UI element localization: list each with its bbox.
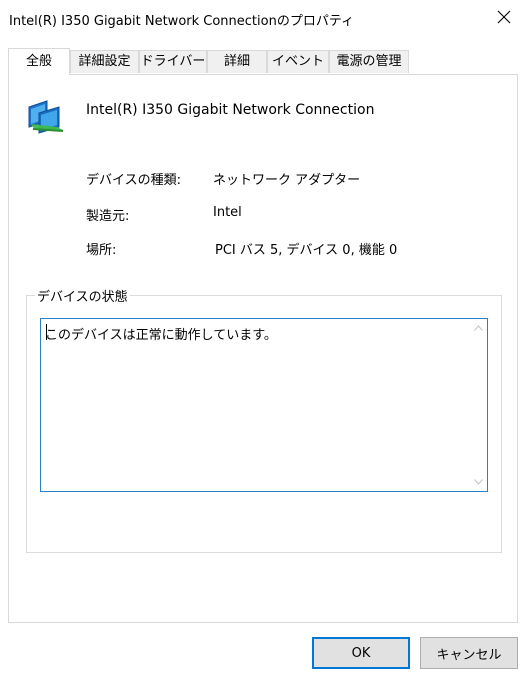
- tab-advanced[interactable]: 詳細設定: [70, 50, 139, 73]
- close-icon: [497, 10, 511, 24]
- close-button[interactable]: [481, 0, 527, 34]
- device-type-label: デバイスの種類:: [86, 173, 181, 188]
- location-label: 場所:: [86, 243, 117, 258]
- device-name: Intel(R) I350 Gigabit Network Connection: [86, 102, 375, 118]
- tab-details[interactable]: 詳細: [207, 50, 267, 73]
- cancel-button[interactable]: キャンセル: [420, 637, 518, 669]
- manufacturer-value: Intel: [213, 205, 242, 220]
- device-type-value: ネットワーク アダプター: [213, 173, 361, 188]
- manufacturer-label: 製造元:: [86, 209, 130, 224]
- window-title: Intel(R) I350 Gigabit Network Connection…: [9, 14, 355, 29]
- status-scrollbar[interactable]: [470, 319, 487, 491]
- tab-general[interactable]: 全般: [8, 48, 70, 75]
- general-tab-panel: Intel(R) I350 Gigabit Network Connection…: [8, 74, 518, 623]
- tab-driver[interactable]: ドライバー: [139, 50, 207, 73]
- ok-button[interactable]: OK: [312, 637, 410, 669]
- tab-events[interactable]: イベント: [267, 50, 329, 73]
- device-status-legend: デバイスの状態: [35, 286, 130, 305]
- title-bar: Intel(R) I350 Gigabit Network Connection…: [0, 0, 527, 38]
- device-status-group: デバイスの状態 このデバイスは正常に動作しています。: [26, 286, 502, 553]
- tab-power-management[interactable]: 電源の管理: [329, 50, 409, 73]
- device-status-text: このデバイスは正常に動作しています。: [45, 328, 277, 343]
- location-value: PCI バス 5, デバイス 0, 機能 0: [215, 243, 398, 258]
- network-adapter-icon: [28, 100, 64, 134]
- scroll-down-arrow-icon[interactable]: [474, 479, 483, 485]
- device-status-textbox[interactable]: このデバイスは正常に動作しています。: [40, 318, 488, 492]
- scroll-up-arrow-icon[interactable]: [474, 325, 483, 331]
